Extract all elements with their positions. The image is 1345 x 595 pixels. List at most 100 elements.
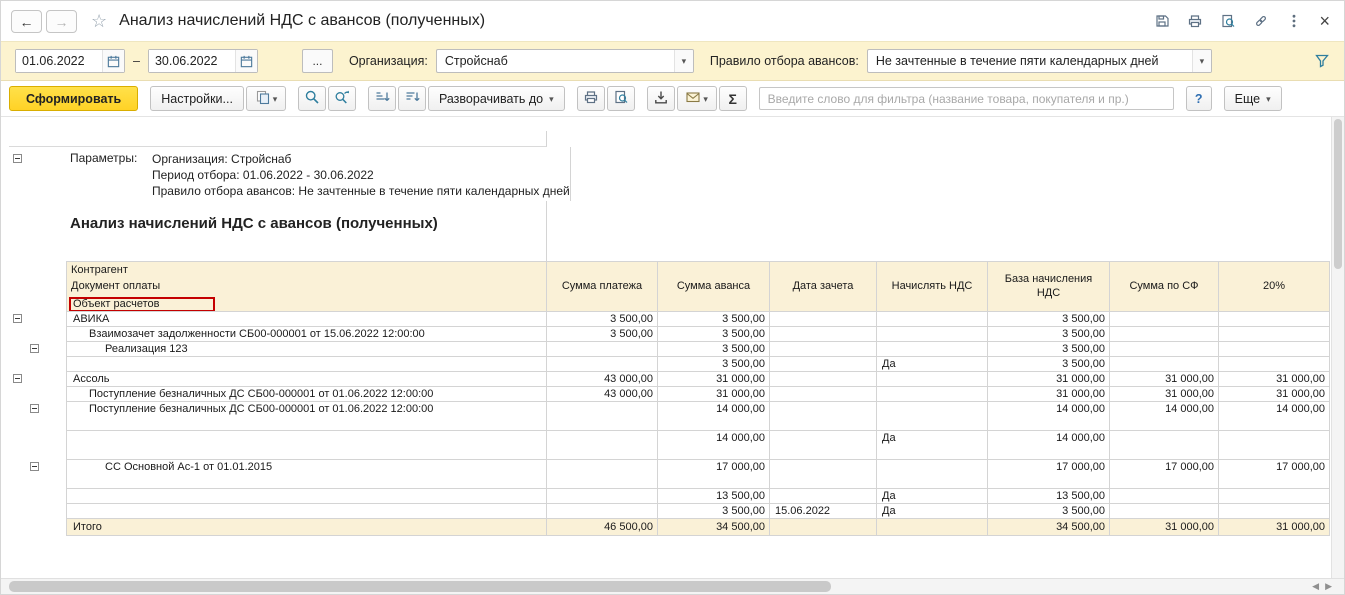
tree-expander-icon[interactable] (30, 462, 39, 471)
collapse-groups-button[interactable] (367, 86, 396, 111)
save-icon[interactable] (1154, 13, 1170, 29)
cell-vat-base[interactable]: 3 500,00 (988, 504, 1110, 519)
cell-vat-base[interactable]: 3 500,00 (988, 342, 1110, 357)
advance-rule-value[interactable]: Не зачтенные в течение пяти календарных … (868, 50, 1192, 72)
cell-offset-date[interactable] (770, 489, 877, 504)
report-variants-button[interactable]: ▾ (245, 86, 286, 111)
scrollbar-arrows[interactable]: ◀▶ (1312, 581, 1338, 592)
cell-advance-sum[interactable]: 3 500,00 (658, 342, 770, 357)
cell-vat-20[interactable] (1219, 431, 1330, 460)
cell-vat-20[interactable] (1219, 312, 1330, 327)
cell-vat-base[interactable]: 34 500,00 (988, 519, 1110, 536)
cell-payment-sum[interactable] (547, 342, 658, 357)
cell-invoice-sum[interactable]: 31 000,00 (1110, 519, 1219, 536)
cell-payment-sum[interactable] (547, 460, 658, 489)
preview-button[interactable] (606, 86, 635, 111)
cell-charge-vat[interactable] (877, 460, 988, 489)
cell-invoice-sum[interactable] (1110, 504, 1219, 519)
cell-offset-date[interactable] (770, 431, 877, 460)
send-mail-button[interactable]: ▾ (676, 86, 717, 111)
forward-button[interactable]: → (46, 9, 77, 33)
row-label-cell[interactable]: Взаимозачет задолженности СБ00-000001 от… (66, 327, 547, 342)
header-counterparty[interactable]: Контрагент (67, 261, 547, 278)
cell-charge-vat[interactable]: Да (877, 489, 988, 504)
cell-invoice-sum[interactable] (1110, 489, 1219, 504)
cell-payment-sum[interactable]: 43 000,00 (547, 372, 658, 387)
row-label-cell[interactable]: СС Основной Ас-1 от 01.01.2015 (66, 460, 547, 489)
date-from-input[interactable] (16, 50, 102, 72)
row-label-cell[interactable]: Ассоль (66, 372, 547, 387)
column-header-vat-base[interactable]: База начисления НДС (988, 261, 1110, 312)
calendar-icon[interactable] (234, 50, 257, 72)
cell-charge-vat[interactable]: Да (877, 357, 988, 372)
cell-payment-sum[interactable] (547, 402, 658, 431)
cell-offset-date[interactable] (770, 312, 877, 327)
search-next-button[interactable] (327, 86, 356, 111)
cell-vat-base[interactable]: 14 000,00 (988, 431, 1110, 460)
cell-offset-date[interactable] (770, 387, 877, 402)
cell-offset-date[interactable] (770, 519, 877, 536)
cell-offset-date[interactable] (770, 460, 877, 489)
cell-payment-sum[interactable]: 3 500,00 (547, 327, 658, 342)
cell-advance-sum[interactable]: 13 500,00 (658, 489, 770, 504)
cell-offset-date[interactable] (770, 402, 877, 431)
cell-charge-vat[interactable]: Да (877, 504, 988, 519)
row-label-cell[interactable]: Итого (66, 519, 547, 536)
cell-advance-sum[interactable]: 34 500,00 (658, 519, 770, 536)
kebab-menu-icon[interactable] (1286, 13, 1302, 29)
cell-payment-sum[interactable] (547, 489, 658, 504)
cell-invoice-sum[interactable]: 31 000,00 (1110, 372, 1219, 387)
cell-vat-base[interactable]: 17 000,00 (988, 460, 1110, 489)
vertical-scrollbar[interactable] (1331, 117, 1344, 578)
link-icon[interactable] (1253, 13, 1269, 29)
close-icon[interactable]: × (1319, 12, 1330, 30)
cell-charge-vat[interactable] (877, 312, 988, 327)
cell-vat-base[interactable]: 3 500,00 (988, 312, 1110, 327)
header-payment-document[interactable]: Документ оплаты (67, 278, 547, 295)
cell-payment-sum[interactable]: 43 000,00 (547, 387, 658, 402)
cell-advance-sum[interactable]: 14 000,00 (658, 402, 770, 431)
row-label-cell[interactable]: Реализация 123 (66, 342, 547, 357)
cell-invoice-sum[interactable]: 14 000,00 (1110, 402, 1219, 431)
totals-button[interactable]: Σ (718, 86, 747, 111)
row-label-cell[interactable]: АВИКА (66, 312, 547, 327)
cell-invoice-sum[interactable] (1110, 431, 1219, 460)
row-label-cell[interactable] (66, 357, 547, 372)
header-settlement-object[interactable]: Объект расчетов (67, 295, 547, 312)
horizontal-scrollbar[interactable]: ◀▶ (1, 578, 1344, 594)
cell-vat-20[interactable] (1219, 504, 1330, 519)
cell-invoice-sum[interactable]: 17 000,00 (1110, 460, 1219, 489)
cell-charge-vat[interactable] (877, 519, 988, 536)
parameters-label[interactable]: Параметры: (66, 151, 152, 201)
column-header-invoice-sum[interactable]: Сумма по СФ (1110, 261, 1219, 312)
cell-advance-sum[interactable]: 14 000,00 (658, 431, 770, 460)
report-title[interactable]: Анализ начислений НДС с авансов (получен… (66, 201, 547, 241)
scroll-right-icon[interactable]: ▶ (1325, 581, 1338, 591)
period-options-button[interactable]: ... (301, 49, 333, 73)
cell-vat-base[interactable]: 14 000,00 (988, 402, 1110, 431)
cell-payment-sum[interactable] (547, 357, 658, 372)
cell-advance-sum[interactable]: 17 000,00 (658, 460, 770, 489)
row-label-cell[interactable] (66, 504, 547, 519)
date-to-input[interactable] (148, 50, 235, 72)
selected-cell-frame[interactable]: Объект расчетов (69, 297, 215, 311)
cell-vat-20[interactable]: 31 000,00 (1219, 519, 1330, 536)
cell-invoice-sum[interactable] (1110, 357, 1219, 372)
quick-filter-input[interactable] (758, 87, 1174, 110)
cell-payment-sum[interactable] (547, 431, 658, 460)
search-button[interactable] (297, 86, 326, 111)
organization-combo[interactable]: Стройснаб ▾ (435, 49, 694, 73)
cell-advance-sum[interactable]: 3 500,00 (658, 357, 770, 372)
parameter-line[interactable]: Правило отбора авансов: Не зачтенные в т… (152, 183, 570, 199)
help-button[interactable]: ? (1185, 86, 1212, 111)
cell-charge-vat[interactable] (877, 342, 988, 357)
cell-advance-sum[interactable]: 31 000,00 (658, 372, 770, 387)
cell-advance-sum[interactable]: 31 000,00 (658, 387, 770, 402)
cell-vat-20[interactable] (1219, 327, 1330, 342)
cell-invoice-sum[interactable] (1110, 342, 1219, 357)
cell-payment-sum[interactable]: 46 500,00 (547, 519, 658, 536)
filter-funnel-icon[interactable] (1314, 53, 1330, 69)
cell-offset-date[interactable]: 15.06.2022 (770, 504, 877, 519)
cell-invoice-sum[interactable]: 31 000,00 (1110, 387, 1219, 402)
column-header-charge-vat[interactable]: Начислять НДС (877, 261, 988, 312)
